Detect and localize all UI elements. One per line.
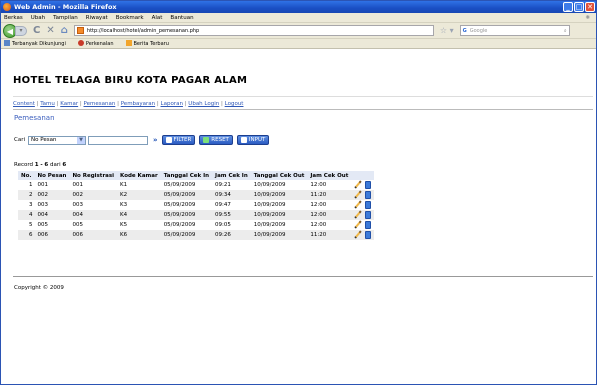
main-nav: Content | Tamu | Kamar | Pemesanan | Pem… <box>13 101 244 107</box>
delete-icon[interactable] <box>365 191 372 199</box>
bookmark-folder-icon <box>4 40 10 46</box>
divider <box>13 96 593 97</box>
navigation-toolbar: ◀ ▾ C ✕ ⌂ http://localhost/hotel/admin_p… <box>1 23 596 39</box>
edit-pencil-icon[interactable] <box>354 181 362 189</box>
column-header: Jam Cek Out <box>307 171 352 180</box>
delete-icon[interactable] <box>365 231 372 239</box>
bookmark-getting-started[interactable]: Perkenalan <box>77 40 120 47</box>
nav-logout[interactable]: Logout <box>225 101 244 107</box>
table-header-row: No. No Pesan No Registrasi Kode Kamar Ta… <box>18 171 375 180</box>
nav-laporan[interactable]: Laporan <box>161 101 183 107</box>
select-value: No Pesan <box>31 137 57 143</box>
maximize-button[interactable]: □ <box>574 2 584 12</box>
table-row: 2 002 002 K2 05/09/2009 09:34 10/09/2009 11:20 <box>18 190 375 200</box>
window-title: Web Admin - Mozilla Firefox <box>14 3 117 11</box>
menu-bookmark[interactable]: Bookmark <box>116 15 144 21</box>
section-title: Pemesanan <box>14 114 55 122</box>
delete-icon[interactable] <box>365 201 372 209</box>
nav-tamu[interactable]: Tamu <box>40 101 55 107</box>
menu-berkas[interactable]: Berkas <box>4 15 23 21</box>
chevron-down-icon: ▼ <box>77 136 85 144</box>
bookmark-star-icon[interactable]: ☆ ▾ <box>440 26 454 35</box>
column-header: Tanggal Cek In <box>160 171 213 180</box>
search-placeholder: Google <box>469 27 488 34</box>
firefox-icon <box>3 3 11 11</box>
bookmark-latest-headlines[interactable]: Berita Terbaru <box>125 40 175 47</box>
edit-pencil-icon[interactable] <box>354 211 362 219</box>
table-row: 6 006 006 K6 05/09/2009 09:26 10/09/2009 11:20 <box>18 230 375 240</box>
search-box[interactable]: G Google ⌕ <box>459 25 570 36</box>
table-row: 1 001 001 K1 05/09/2009 09:21 10/09/2009 12:00 <box>18 180 374 190</box>
bookmarks-toolbar: Terbanyak Dikunjungi Perkenalan Berita T… <box>1 39 596 49</box>
reload-icon[interactable]: C <box>33 25 40 36</box>
edit-pencil-icon[interactable] <box>354 221 362 229</box>
filter-icon <box>165 137 172 143</box>
bookmark-most-visited[interactable]: Terbanyak Dikunjungi <box>4 40 72 47</box>
column-header: No Registrasi <box>69 171 118 180</box>
reset-button[interactable]: RESET <box>199 135 233 145</box>
menu-ubah[interactable]: Ubah <box>31 15 45 21</box>
delete-icon[interactable] <box>365 211 372 219</box>
nav-pembayaran[interactable]: Pembayaran <box>121 101 155 107</box>
nav-kamar[interactable]: Kamar <box>60 101 78 107</box>
column-header: Tanggal Cek Out <box>250 171 308 180</box>
filter-bar: Cari No Pesan ▼ » FILTER RESET INPUT <box>14 135 270 145</box>
bookmark-page-icon <box>77 40 84 46</box>
footer-copyright: Copyright © 2009 <box>14 285 64 291</box>
address-text: http://localhost/hotel/admin_pemesanan.p… <box>86 27 200 34</box>
search-field-select[interactable]: No Pesan ▼ <box>28 135 86 145</box>
menu-alat[interactable]: Alat <box>152 15 163 21</box>
input-button[interactable]: INPUT <box>236 135 270 145</box>
table-row: 5 005 005 K5 05/09/2009 09:05 10/09/2009 12:00 <box>18 220 374 230</box>
go-arrow-button[interactable]: » <box>153 136 158 144</box>
divider <box>13 109 593 110</box>
menu-bar: Berkas Ubah Tampilan Riwayat Bookmark Al… <box>1 13 596 23</box>
close-button[interactable]: ✕ <box>585 2 595 12</box>
nav-pemesanan[interactable]: Pemesanan <box>84 101 116 107</box>
throbber-icon: ✺ <box>585 14 590 21</box>
delete-icon[interactable] <box>365 181 372 189</box>
title-bar: Web Admin - Mozilla Firefox _ □ ✕ <box>1 1 596 13</box>
delete-icon[interactable] <box>365 221 372 229</box>
minimize-button[interactable]: _ <box>563 2 573 12</box>
column-header: No. <box>18 171 35 180</box>
table-row: 4 004 004 K4 05/09/2009 09:55 10/09/2009 12:00 <box>18 210 375 220</box>
column-header-actions <box>351 171 375 180</box>
site-favicon-icon <box>76 27 84 34</box>
address-bar[interactable]: http://localhost/hotel/admin_pemesanan.p… <box>73 25 434 36</box>
stop-icon[interactable]: ✕ <box>46 25 54 36</box>
site-title: HOTEL TELAGA BIRU KOTA PAGAR ALAM <box>13 75 248 86</box>
nav-content[interactable]: Content <box>13 101 35 107</box>
menu-bantuan[interactable]: Bantuan <box>170 15 193 21</box>
edit-pencil-icon[interactable] <box>354 201 362 209</box>
record-count: Record 1 - 6 dari 6 <box>14 162 67 168</box>
reset-icon <box>203 137 210 143</box>
add-icon <box>240 137 247 143</box>
divider <box>13 276 593 277</box>
nav-ubah-login[interactable]: Ubah Login <box>188 101 219 107</box>
column-header: No Pesan <box>34 171 70 180</box>
column-header: Jam Cek In <box>212 171 251 180</box>
menu-riwayat[interactable]: Riwayat <box>86 15 108 21</box>
home-icon[interactable]: ⌂ <box>61 25 68 36</box>
menu-tampilan[interactable]: Tampilan <box>53 15 78 21</box>
search-label: Cari <box>14 137 25 143</box>
edit-pencil-icon[interactable] <box>354 191 362 199</box>
column-header: Kode Kamar <box>117 171 161 180</box>
search-input[interactable] <box>88 135 148 145</box>
filter-button[interactable]: FILTER <box>161 135 196 145</box>
reservations-table: No. No Pesan No Registrasi Kode Kamar Ta… <box>18 171 375 240</box>
rss-icon <box>125 40 132 46</box>
google-icon: G <box>462 27 467 34</box>
edit-pencil-icon[interactable] <box>354 231 362 239</box>
forward-dropdown-button[interactable]: ▾ <box>15 25 27 36</box>
table-row: 3 003 003 K3 05/09/2009 09:47 10/09/2009 12:00 <box>18 200 374 210</box>
search-icon[interactable]: ⌕ <box>564 28 567 34</box>
page-content: HOTEL TELAGA BIRU KOTA PAGAR ALAM Conten… <box>1 49 595 383</box>
